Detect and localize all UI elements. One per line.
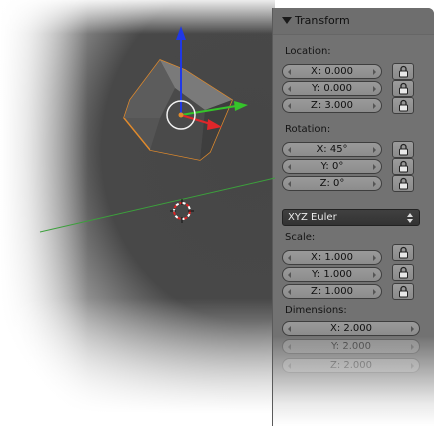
decrement-arrow-icon[interactable] [288, 326, 291, 332]
decrement-arrow-icon[interactable] [288, 86, 291, 92]
lock-icon [399, 143, 408, 156]
increment-arrow-icon[interactable] [411, 363, 414, 369]
decrement-arrow-icon[interactable] [288, 181, 291, 187]
increment-arrow-icon[interactable] [373, 86, 376, 92]
increment-arrow-icon[interactable] [373, 272, 376, 278]
rotation-y-field[interactable]: Y: 0° [282, 159, 382, 174]
lock-scale-x-toggle[interactable] [392, 244, 414, 261]
lock-icon [399, 285, 408, 298]
disclosure-triangle-icon[interactable] [282, 17, 292, 24]
increment-arrow-icon[interactable] [373, 289, 376, 295]
increment-arrow-icon[interactable] [373, 255, 376, 261]
scale-y-field[interactable]: Y: 1.000 [282, 267, 382, 282]
scale-z-field[interactable]: Z: 1.000 [282, 284, 382, 299]
decrement-arrow-icon[interactable] [288, 103, 291, 109]
lock-rotation-x-toggle[interactable] [392, 141, 414, 158]
increment-arrow-icon[interactable] [411, 344, 414, 350]
dimensions-label: Dimensions: [285, 305, 347, 316]
increment-arrow-icon[interactable] [373, 181, 376, 187]
decrement-arrow-icon[interactable] [288, 289, 291, 295]
scale-x-field[interactable]: X: 1.000 [282, 250, 382, 265]
dropdown-arrows-icon [407, 213, 413, 223]
lock-location-x-toggle[interactable] [392, 63, 414, 80]
increment-arrow-icon[interactable] [373, 103, 376, 109]
location-x-field[interactable]: X: 0.000 [282, 64, 382, 79]
lock-rotation-y-toggle[interactable] [392, 158, 414, 175]
dimensions-x-field[interactable]: X: 2.000 [282, 321, 420, 336]
rotation-x-field[interactable]: X: 45° [282, 142, 382, 157]
increment-arrow-icon[interactable] [411, 326, 414, 332]
lock-icon [399, 99, 408, 112]
decrement-arrow-icon[interactable] [288, 164, 291, 170]
lock-location-z-toggle[interactable] [392, 97, 414, 114]
location-label: Location: [285, 46, 331, 57]
3d-cursor-icon[interactable] [170, 199, 194, 223]
rotation-label: Rotation: [285, 124, 331, 135]
scale-label: Scale: [285, 232, 316, 243]
lock-scale-y-toggle[interactable] [392, 264, 414, 281]
location-z-field[interactable]: Z: 3.000 [282, 98, 382, 113]
rotation-mode-dropdown[interactable]: XYZ Euler [282, 209, 420, 226]
object-origin-dot [178, 112, 184, 118]
transform-panel: Transform Location: X: 0.000 Y: 0.000 Z:… [272, 8, 434, 426]
increment-arrow-icon[interactable] [373, 69, 376, 75]
decrement-arrow-icon[interactable] [288, 255, 291, 261]
dimensions-y-field[interactable]: Y: 2.000 [282, 339, 420, 354]
y-arrow-head[interactable] [234, 101, 248, 111]
lock-icon [399, 82, 408, 95]
lock-icon [399, 160, 408, 173]
decrement-arrow-icon[interactable] [288, 344, 291, 350]
z-arrow-head[interactable] [176, 26, 186, 40]
transform-panel-header[interactable]: Transform [273, 8, 434, 35]
lock-scale-z-toggle[interactable] [392, 283, 414, 300]
rotation-mode-value: XYZ Euler [288, 212, 337, 223]
decrement-arrow-icon[interactable] [288, 363, 291, 369]
decrement-arrow-icon[interactable] [288, 69, 291, 75]
decrement-arrow-icon[interactable] [288, 147, 291, 153]
lock-location-y-toggle[interactable] [392, 80, 414, 97]
lock-icon [399, 65, 408, 78]
increment-arrow-icon[interactable] [373, 147, 376, 153]
rotation-z-field[interactable]: Z: 0° [282, 176, 382, 191]
location-y-field[interactable]: Y: 0.000 [282, 81, 382, 96]
dimensions-z-field[interactable]: Z: 2.000 [282, 358, 420, 373]
panel-title: Transform [295, 14, 350, 27]
lock-icon [399, 266, 408, 279]
lock-icon [399, 177, 408, 190]
lock-rotation-z-toggle[interactable] [392, 175, 414, 192]
floor-y-axis-line [39, 177, 275, 233]
decrement-arrow-icon[interactable] [288, 272, 291, 278]
lock-icon [399, 246, 408, 259]
increment-arrow-icon[interactable] [373, 164, 376, 170]
viewport-scene[interactable] [0, 0, 275, 426]
